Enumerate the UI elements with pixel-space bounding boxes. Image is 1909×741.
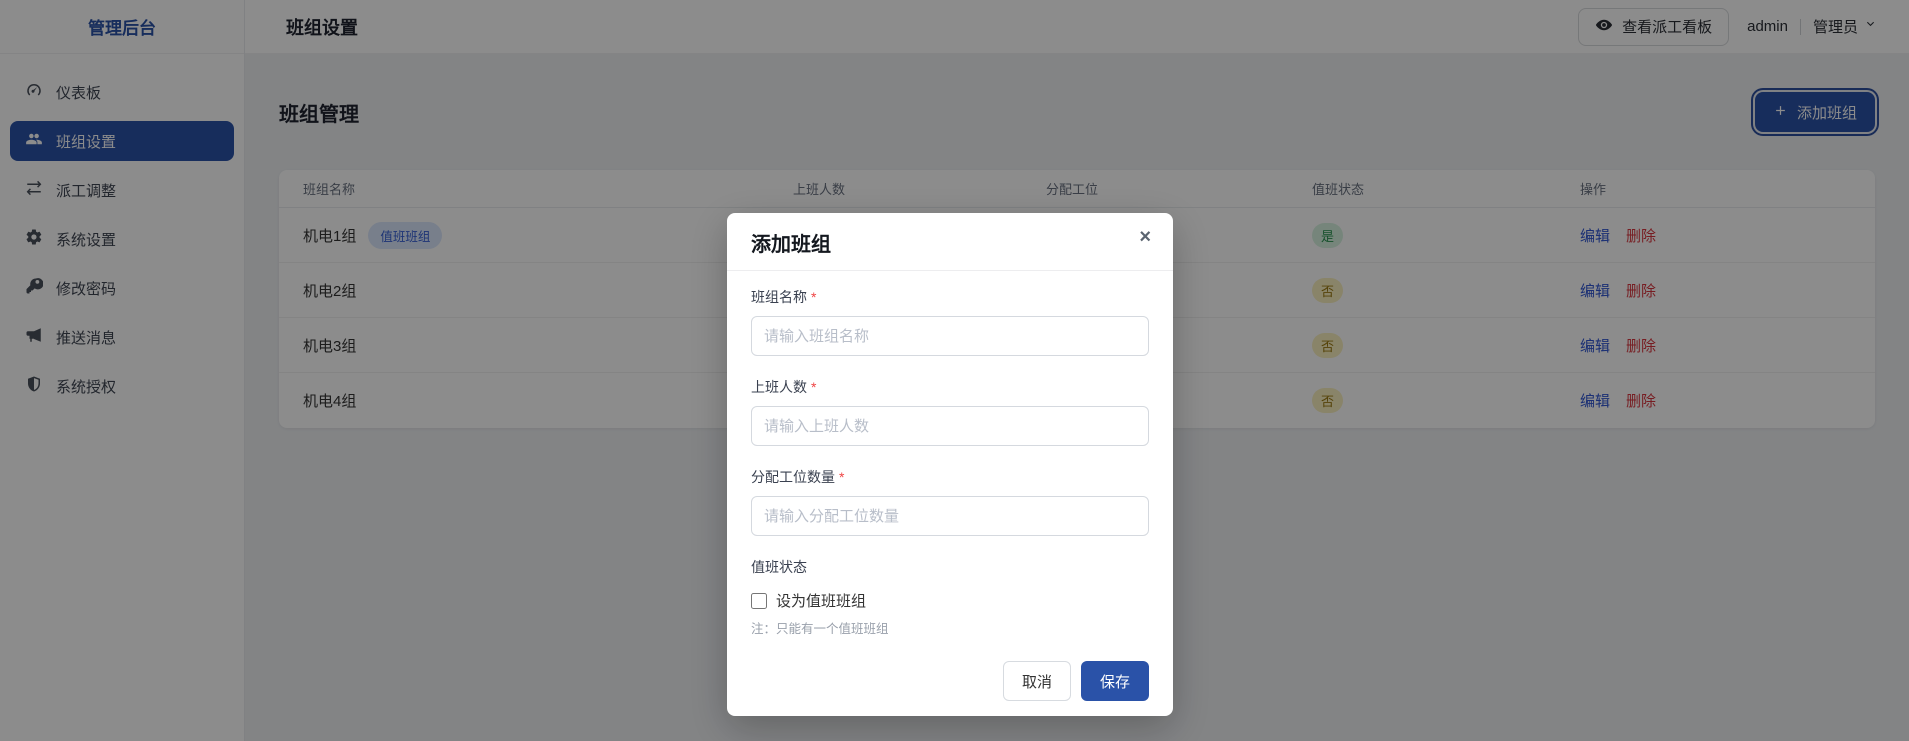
duty-status-label: 值班状态: [751, 559, 807, 575]
team-name-input[interactable]: [751, 316, 1149, 356]
required-mark: *: [811, 379, 817, 395]
modal-header: 添加班组 ×: [727, 213, 1173, 271]
modal-body: 班组名称* 上班人数* 分配工位数量* 值班状态 设为值班班组 注：只能有一个值…: [727, 271, 1173, 637]
field-label: 上班人数 *: [751, 377, 1149, 397]
duty-note: 注：只能有一个值班班组: [751, 622, 889, 636]
field-label: 分配工位数量 *: [751, 467, 1149, 487]
field-label-text: 上班人数: [751, 379, 807, 395]
headcount-input[interactable]: [751, 406, 1149, 446]
field-label-text: 分配工位数量: [751, 469, 835, 485]
add-team-modal: 添加班组 × 班组名称* 上班人数* 分配工位数量* 值班状态 设为值班班组: [727, 213, 1173, 716]
modal-title: 添加班组: [751, 234, 831, 256]
field-stations: 分配工位数量 *: [751, 467, 1149, 536]
cancel-button[interactable]: 取消: [1002, 661, 1071, 701]
required-mark: *: [811, 289, 817, 305]
stations-input[interactable]: [751, 496, 1149, 536]
modal-footer: 取消 保存: [727, 637, 1173, 716]
duty-team-checkbox[interactable]: [751, 592, 767, 609]
close-icon[interactable]: ×: [1139, 227, 1151, 247]
field-label-text: 班组名称: [751, 289, 807, 305]
field-headcount: 上班人数 *: [751, 377, 1149, 446]
save-button[interactable]: 保存: [1080, 661, 1149, 701]
field-label: 班组名称 *: [751, 287, 1149, 307]
duty-checkbox-row: 设为值班班组: [751, 590, 1149, 611]
field-team-name: 班组名称 *: [751, 287, 1149, 356]
required-mark: *: [839, 469, 845, 485]
duty-checkbox-label: 设为值班班组: [776, 593, 867, 610]
